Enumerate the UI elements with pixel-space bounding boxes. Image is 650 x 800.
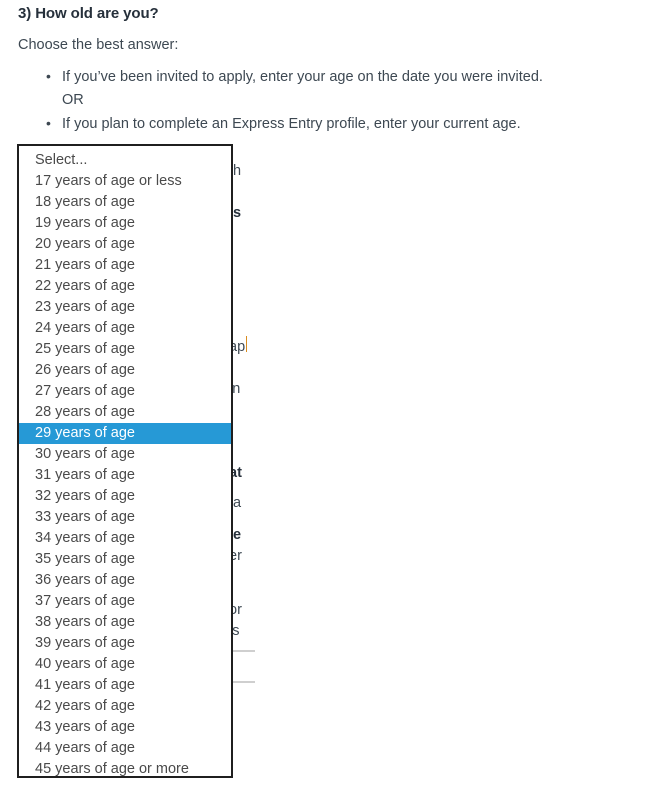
- instruction-bullet-list: If you’ve been invited to apply, enter y…: [18, 65, 632, 136]
- dropdown-option[interactable]: 42 years of age: [19, 696, 231, 717]
- dropdown-option[interactable]: 43 years of age: [19, 717, 231, 738]
- field-divider: [233, 681, 255, 683]
- dropdown-option[interactable]: 33 years of age: [19, 507, 231, 528]
- dropdown-option[interactable]: 31 years of age: [19, 465, 231, 486]
- dropdown-option[interactable]: 28 years of age: [19, 402, 231, 423]
- dropdown-option-list: Select... 17 years of age or less 18 years…: [19, 146, 231, 776]
- dropdown-option[interactable]: 18 years of age: [19, 192, 231, 213]
- dropdown-option[interactable]: 45 years of age or more: [19, 759, 231, 776]
- question-block: 3) How old are you? Choose the best answ…: [18, 4, 632, 136]
- dropdown-option[interactable]: 44 years of age: [19, 738, 231, 759]
- dropdown-option[interactable]: 21 years of age: [19, 255, 231, 276]
- dropdown-option[interactable]: 27 years of age: [19, 381, 231, 402]
- dropdown-option[interactable]: 41 years of age: [19, 675, 231, 696]
- age-dropdown-listbox[interactable]: Select... 17 years of age or less 18 years…: [17, 144, 233, 778]
- dropdown-option[interactable]: 17 years of age or less: [19, 171, 231, 192]
- dropdown-option[interactable]: 40 years of age: [19, 654, 231, 675]
- bullet-or-text: OR: [62, 92, 84, 109]
- dropdown-option[interactable]: 39 years of age: [19, 633, 231, 654]
- dropdown-option[interactable]: 26 years of age: [19, 360, 231, 381]
- dropdown-option-selected[interactable]: 29 years of age: [19, 423, 231, 444]
- dropdown-option[interactable]: 20 years of age: [19, 234, 231, 255]
- bullet-text: If you’ve been invited to apply, enter y…: [62, 68, 543, 85]
- dropdown-option[interactable]: 38 years of age: [19, 612, 231, 633]
- field-divider: [233, 650, 255, 652]
- dropdown-option[interactable]: 35 years of age: [19, 549, 231, 570]
- dropdown-option[interactable]: 25 years of age: [19, 339, 231, 360]
- dropdown-option[interactable]: 30 years of age: [19, 444, 231, 465]
- list-item: If you plan to complete an Express Entry…: [46, 112, 632, 136]
- dropdown-option[interactable]: Select...: [19, 150, 231, 171]
- dropdown-option[interactable]: 24 years of age: [19, 318, 231, 339]
- dropdown-option[interactable]: 36 years of age: [19, 570, 231, 591]
- text-cursor-icon: [246, 336, 247, 352]
- list-item: If you’ve been invited to apply, enter y…: [46, 65, 632, 113]
- page-title: 3) How old are you?: [18, 5, 159, 22]
- question-prompt: Choose the best answer:: [18, 37, 179, 54]
- dropdown-option[interactable]: 34 years of age: [19, 528, 231, 549]
- dropdown-option[interactable]: 19 years of age: [19, 213, 231, 234]
- dropdown-option[interactable]: 37 years of age: [19, 591, 231, 612]
- bullet-text: If you plan to complete an Express Entry…: [62, 115, 521, 132]
- dropdown-option[interactable]: 32 years of age: [19, 486, 231, 507]
- dropdown-option[interactable]: 22 years of age: [19, 276, 231, 297]
- dropdown-option[interactable]: 23 years of age: [19, 297, 231, 318]
